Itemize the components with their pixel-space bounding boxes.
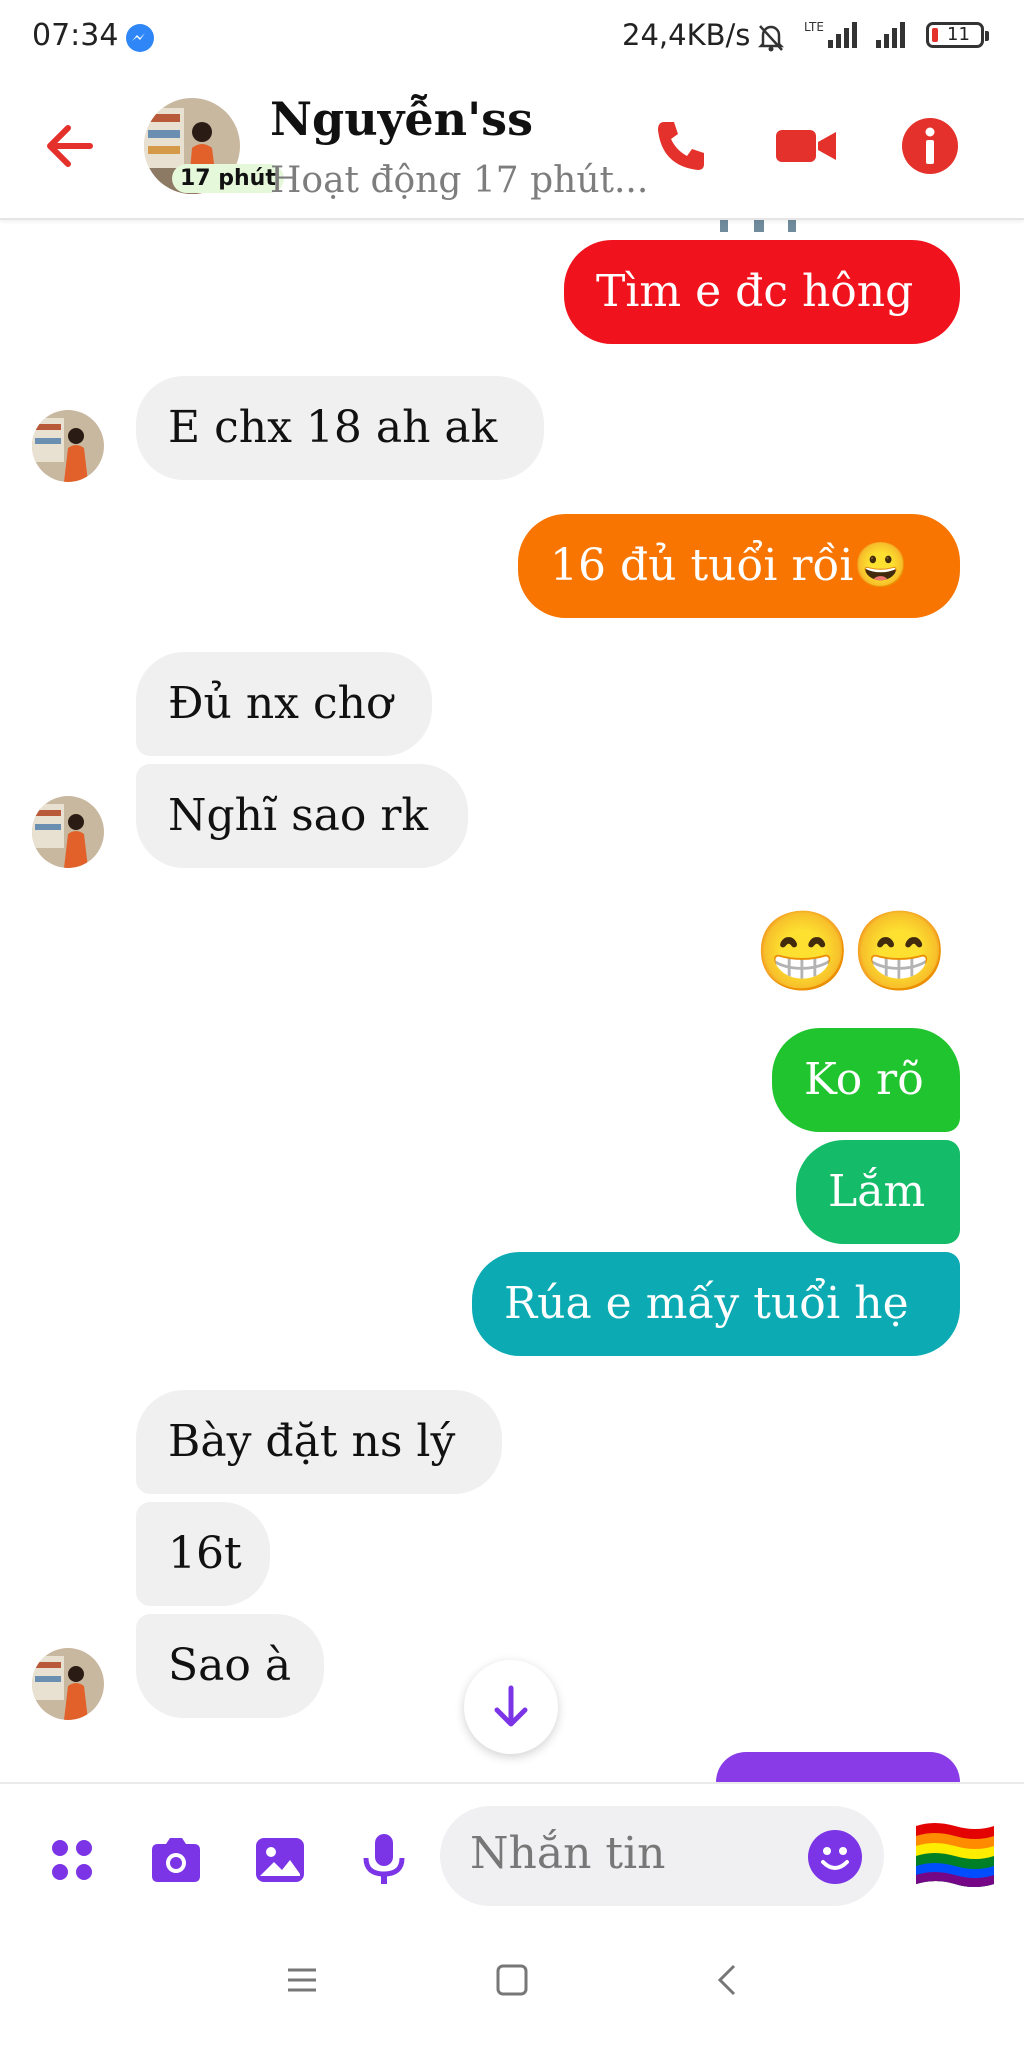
message-composer: Nhắn tin (0, 1782, 1024, 1932)
message-bubble-outgoing[interactable]: Rúa e mấy tuổi hẹ (472, 1252, 960, 1356)
video-call-icon[interactable] (774, 114, 838, 178)
message-bubble-outgoing[interactable]: Ko rõ (772, 1028, 960, 1132)
back-nav-icon[interactable] (708, 1960, 748, 2000)
message-input[interactable]: Nhắn tin (440, 1806, 884, 1906)
message-text: Đủ nx chơ (168, 678, 393, 729)
message-text: Sao à (168, 1640, 292, 1691)
message-text: E chx 18 ah ak (168, 402, 498, 453)
message-text: Tìm e đc hông (596, 266, 914, 317)
message-text: Lắm (828, 1166, 926, 1217)
message-bubble-outgoing[interactable]: Lắm (796, 1140, 960, 1244)
rainbow-flag-quick-reaction-icon[interactable] (914, 1820, 996, 1890)
sender-avatar[interactable] (32, 1648, 104, 1720)
home-icon[interactable] (492, 1960, 532, 2000)
active-time-badge: 17 phút (172, 164, 284, 193)
sender-avatar[interactable] (32, 796, 104, 868)
message-input-placeholder: Nhắn tin (470, 1828, 666, 1879)
menu-icon[interactable] (282, 1960, 322, 2000)
more-actions-icon[interactable] (44, 1832, 100, 1888)
battery-level: 11 (947, 24, 970, 45)
signal-icon (820, 20, 864, 54)
message-bubble-outgoing[interactable]: Tìm e đc hông (564, 240, 960, 344)
status-bar: 07:34 24,4KB/s LTE 11 (0, 0, 1024, 74)
sender-avatar[interactable] (32, 410, 104, 482)
message-bubble-incoming[interactable]: Sao à (136, 1614, 324, 1718)
phone-call-icon[interactable] (650, 114, 714, 178)
muted-bell-icon (754, 20, 788, 58)
message-bubble-incoming[interactable]: Đủ nx chơ (136, 652, 432, 756)
message-text: Ko rõ (804, 1054, 924, 1105)
message-text: 16t (168, 1528, 242, 1579)
message-bubble-incoming[interactable]: E chx 18 ah ak (136, 376, 544, 480)
message-bubble-incoming[interactable]: 16t (136, 1502, 270, 1606)
status-time: 07:34 (32, 18, 119, 53)
emoji-message[interactable]: 😁😁 (754, 900, 960, 1004)
info-icon[interactable] (898, 114, 962, 178)
network-speed: 24,4KB/s (622, 18, 751, 52)
gallery-icon[interactable] (252, 1832, 308, 1888)
battery-icon: 11 (926, 22, 989, 48)
back-arrow-icon[interactable] (40, 116, 100, 176)
scroll-to-bottom-button[interactable] (464, 1660, 558, 1754)
microphone-icon[interactable] (356, 1832, 412, 1888)
contact-name[interactable]: Nguyễn'ss (270, 92, 533, 146)
camera-icon[interactable] (148, 1832, 204, 1888)
chat-header: 17 phút Nguyễn'ss Hoạt động 17 phút... (0, 74, 1024, 220)
contact-active-status: Hoạt động 17 phút... (270, 160, 649, 201)
emoji-text: 😁😁 (754, 907, 949, 997)
message-text: Rúa e mấy tuổi hẹ (504, 1278, 909, 1329)
message-text: 16 đủ tuổi rồi😀 (550, 540, 909, 591)
message-text: Bày đặt ns lý (168, 1416, 456, 1467)
message-bubble-incoming[interactable]: Bày đặt ns lý (136, 1390, 502, 1494)
message-bubble-outgoing[interactable]: 16 đủ tuổi rồi😀 (518, 514, 960, 618)
emoji-picker-icon[interactable] (808, 1830, 862, 1884)
arrow-down-icon (494, 1685, 528, 1727)
message-text: Nghĩ sao rk (168, 790, 429, 841)
signal-icon-2 (872, 20, 916, 54)
message-bubble-incoming[interactable]: Nghĩ sao rk (136, 764, 468, 868)
messenger-notification-icon (126, 24, 154, 52)
system-navigation-bar (0, 1930, 1024, 2048)
message-bubble-outgoing-partial (716, 1752, 960, 1782)
